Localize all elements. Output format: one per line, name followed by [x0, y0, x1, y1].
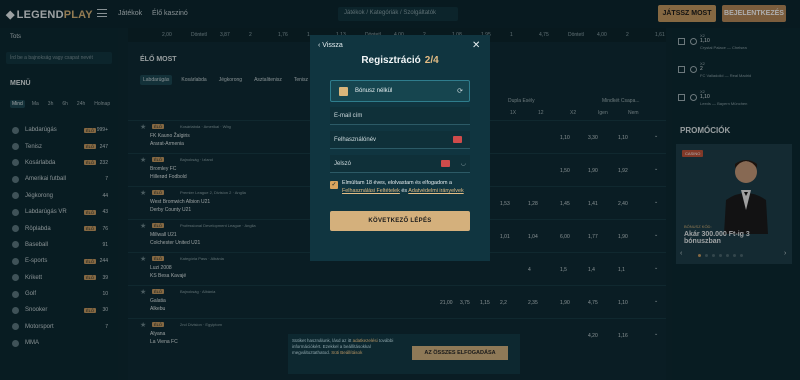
- email-field[interactable]: E-mail cím: [330, 107, 470, 125]
- terms-checkbox[interactable]: ✓: [330, 181, 338, 189]
- password-placeholder: Jelszó: [334, 161, 352, 167]
- username-field[interactable]: Felhasználónév: [330, 131, 470, 149]
- close-icon[interactable]: ✕: [472, 40, 480, 51]
- accept-all-button[interactable]: AZ ÖSSZES ELFOGADÁSA: [412, 346, 508, 360]
- bonus-label: Bónusz nélkül: [355, 88, 393, 94]
- back-label: Vissza: [322, 42, 343, 49]
- registration-modal: ‹ Vissza ✕ Regisztráció 2/4 Bónusz nélkül…: [310, 35, 490, 261]
- cookie-text-a: Sütiket használunk, lásd az itt: [292, 338, 352, 343]
- step-indicator: 2/4: [424, 55, 439, 66]
- privacy-link[interactable]: Adatvédelmi irányelvek: [408, 188, 463, 194]
- password-field[interactable]: Jelszó ◡: [330, 155, 470, 173]
- next-step-button[interactable]: KÖVETKEZŐ LÉPÉS: [330, 211, 470, 231]
- cookie-settings-link[interactable]: Süti Beállítások: [331, 350, 362, 355]
- username-placeholder: Felhasználónév: [334, 137, 377, 143]
- back-button[interactable]: ‹ Vissza: [318, 42, 343, 49]
- cookie-policy-link[interactable]: adatkezelési: [353, 338, 378, 343]
- gift-icon: [339, 87, 348, 96]
- terms-text: Elmúltam 18 éves, elolvastam és elfogado…: [342, 179, 470, 195]
- terms-link[interactable]: Felhasználási Feltételek: [342, 188, 400, 194]
- terms-mid: és: [401, 188, 408, 194]
- modal-title: Regisztráció 2/4: [310, 55, 490, 66]
- show-password-icon[interactable]: ◡: [461, 160, 466, 167]
- cookie-banner: Sütiket használunk, lásd az itt adatkeze…: [288, 334, 520, 374]
- password-manager-icon[interactable]: [441, 160, 450, 167]
- refresh-icon[interactable]: ⟳: [457, 87, 463, 95]
- cookie-text: Sütiket használunk, lásd az itt adatkeze…: [292, 338, 404, 356]
- password-manager-icon[interactable]: [453, 136, 462, 143]
- terms-pre: Elmúltam 18 éves, elolvastam és elfogado…: [342, 180, 452, 186]
- bonus-select[interactable]: Bónusz nélkül ⟳: [330, 80, 470, 102]
- modal-title-text: Regisztráció: [361, 55, 421, 66]
- email-placeholder: E-mail cím: [334, 113, 363, 119]
